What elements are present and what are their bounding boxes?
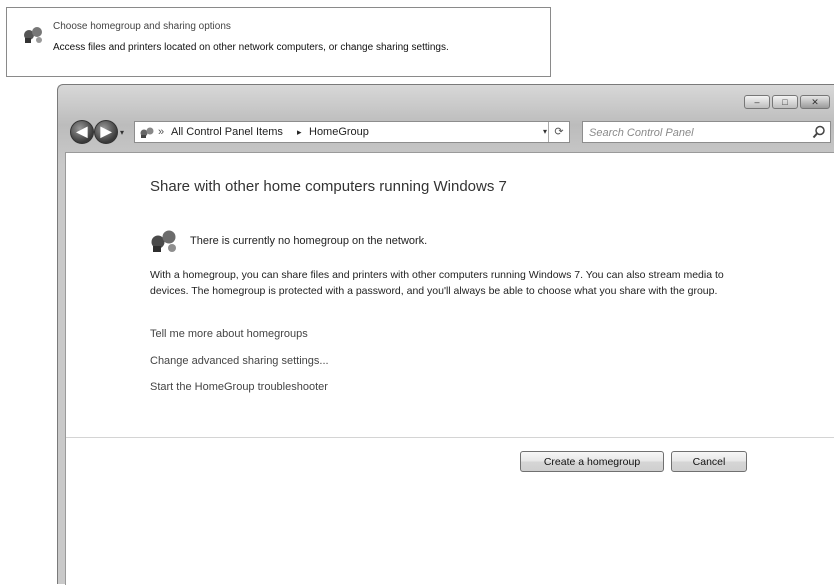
forward-arrow-icon[interactable]: ▶	[94, 120, 118, 144]
close-icon: ✕	[811, 96, 819, 107]
minimize-icon: –	[754, 96, 760, 107]
maximize-icon: □	[782, 96, 788, 107]
refresh-icon[interactable]: ⟳	[548, 122, 569, 142]
homegroup-description: With a homegroup, you can share files an…	[150, 269, 724, 297]
homegroup-icon	[24, 27, 42, 43]
breadcrumb-separator: »	[158, 126, 165, 138]
breadcrumb-all-control-panel-items[interactable]: All Control Panel Items	[171, 126, 283, 138]
back-arrow-icon[interactable]: ◀	[70, 120, 94, 144]
link-tell-me-more[interactable]: Tell me more about homegroups	[150, 328, 308, 340]
search-box[interactable]	[582, 121, 831, 143]
maximize-button[interactable]: □	[772, 95, 798, 109]
search-input[interactable]	[587, 124, 801, 142]
search-icon[interactable]	[812, 125, 826, 139]
address-bar[interactable]: » All Control Panel Items ▸ HomeGroup ▾ …	[134, 121, 570, 143]
link-homegroup-troubleshooter[interactable]: Start the HomeGroup troubleshooter	[150, 381, 328, 393]
control-panel-icon	[140, 127, 154, 138]
window-controls: – □ ✕	[744, 95, 830, 109]
page-heading: Share with other home computers running …	[150, 178, 507, 195]
callout-title[interactable]: Choose homegroup and sharing options	[53, 21, 231, 32]
homegroup-icon	[151, 230, 176, 252]
create-homegroup-button[interactable]: Create a homegroup	[520, 451, 664, 472]
homegroup-window: – □ ✕ ◀ ▶ ▾ » All Control Panel Items ▸ …	[57, 84, 834, 588]
cancel-button[interactable]: Cancel	[671, 451, 747, 472]
content-pane: Share with other home computers running …	[65, 152, 834, 588]
button-bar: Create a homegroup Cancel	[66, 437, 834, 588]
breadcrumb-homegroup[interactable]: HomeGroup	[309, 126, 369, 138]
close-button[interactable]: ✕	[800, 95, 830, 109]
callout-description: Access files and printers located on oth…	[53, 42, 449, 53]
link-advanced-sharing-settings[interactable]: Change advanced sharing settings...	[150, 355, 329, 367]
recent-pages-dropdown[interactable]: ▾	[120, 128, 124, 137]
navigation-bar: ◀ ▶ ▾ » All Control Panel Items ▸ HomeGr…	[66, 119, 831, 145]
minimize-button[interactable]: –	[744, 95, 770, 109]
breadcrumb-arrow[interactable]: ▸	[297, 127, 302, 138]
status-message: There is currently no homegroup on the n…	[190, 235, 428, 247]
address-dropdown-icon[interactable]: ▾	[543, 127, 547, 136]
homegroup-task-callout[interactable]: Choose homegroup and sharing options Acc…	[6, 7, 551, 77]
